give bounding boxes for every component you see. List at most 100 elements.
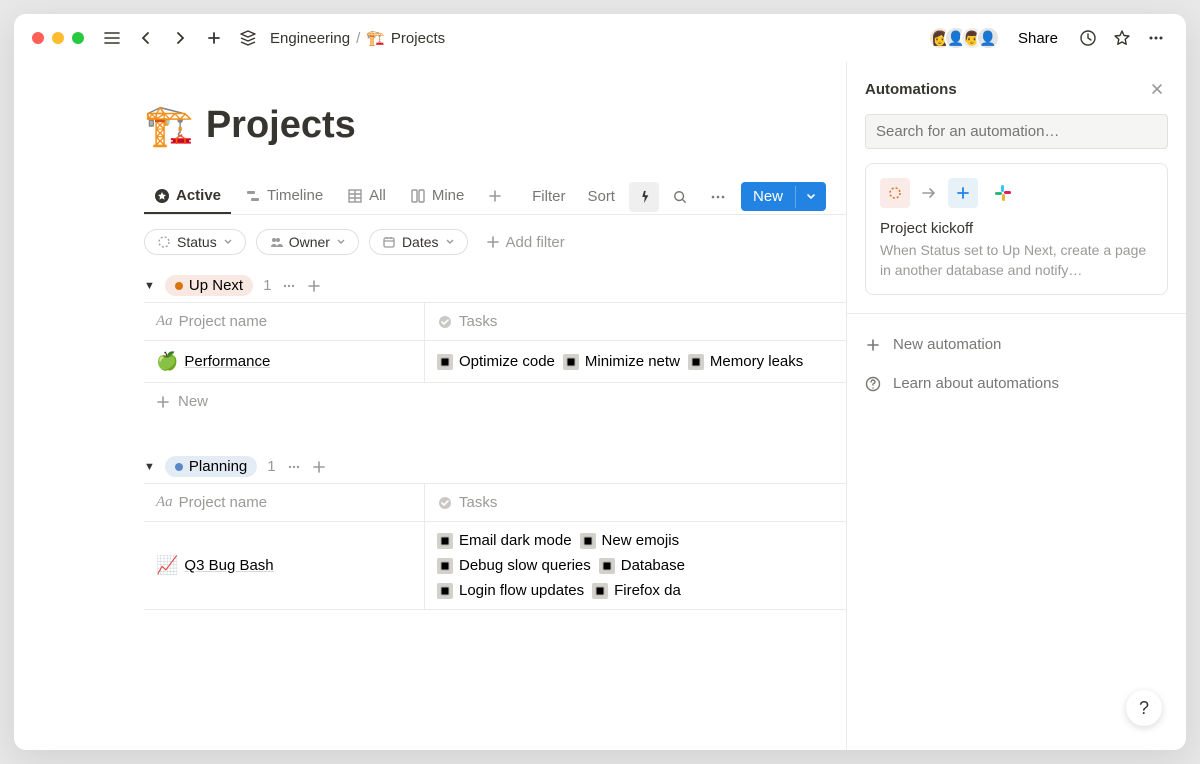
close-icon[interactable] xyxy=(1146,78,1168,100)
tab-mine[interactable]: Mine xyxy=(400,179,475,214)
learn-automations-link[interactable]: Learn about automations xyxy=(865,371,1168,396)
search-icon[interactable] xyxy=(665,182,695,212)
new-button: New xyxy=(741,182,826,211)
task-chip[interactable]: Firefox da xyxy=(592,582,681,599)
new-page-icon[interactable] xyxy=(202,26,226,50)
help-button[interactable]: ? xyxy=(1126,690,1162,726)
new-button-label[interactable]: New xyxy=(741,182,795,211)
task-chip[interactable]: Database xyxy=(599,557,685,574)
task-chip[interactable]: Memory leaks xyxy=(688,353,803,370)
project-name[interactable]: Q3 Bug Bash xyxy=(184,557,273,574)
task-chip[interactable]: Debug slow queries xyxy=(437,557,591,574)
tab-timeline[interactable]: Timeline xyxy=(235,179,333,214)
search-input[interactable] xyxy=(876,123,1157,140)
new-button-dropdown[interactable] xyxy=(795,186,826,208)
project-name[interactable]: Performance xyxy=(184,353,270,370)
group-name-label: Planning xyxy=(189,458,247,475)
learn-automations-label: Learn about automations xyxy=(893,375,1059,392)
automation-card[interactable]: Project kickoff When Status set to Up Ne… xyxy=(865,163,1168,295)
new-row-button[interactable]: New xyxy=(144,383,846,420)
page-icon xyxy=(437,354,453,370)
group-count: 1 xyxy=(263,277,271,294)
tab-label: All xyxy=(369,187,386,204)
share-button[interactable]: Share xyxy=(1010,26,1066,51)
more-options-icon[interactable] xyxy=(701,182,735,212)
group-add-icon[interactable] xyxy=(312,460,326,474)
add-filter-button[interactable]: Add filter xyxy=(478,230,573,255)
view-tabs-row: Active Timeline All xyxy=(144,179,846,215)
group-more-icon[interactable] xyxy=(286,459,302,475)
filter-owner[interactable]: Owner xyxy=(256,229,359,255)
page-icon xyxy=(688,354,704,370)
automations-icon[interactable] xyxy=(629,182,659,212)
back-icon[interactable] xyxy=(134,26,158,50)
column-header-tasks[interactable]: Tasks xyxy=(424,484,846,521)
collaborator-avatars[interactable]: 👩 👤 👨 👤 xyxy=(936,26,1000,50)
task-chip[interactable]: Optimize code xyxy=(437,353,555,370)
avatar: 👤 xyxy=(976,26,1000,50)
main: 🏗️ Projects Active Ti xyxy=(14,62,846,750)
page-icon xyxy=(592,583,608,599)
tab-all[interactable]: All xyxy=(337,179,396,214)
close-window[interactable] xyxy=(32,32,44,44)
group: ▼ Planning 1 Aa Project name Tasks 📈 Q3 … xyxy=(144,450,846,610)
group-name-pill[interactable]: Up Next xyxy=(165,275,253,296)
status-dot xyxy=(175,463,183,471)
minimize-window[interactable] xyxy=(52,32,64,44)
page-icon xyxy=(563,354,579,370)
group-more-icon[interactable] xyxy=(281,278,297,294)
collapse-toggle[interactable]: ▼ xyxy=(144,461,155,473)
task-chip[interactable]: Minimize netw xyxy=(563,353,680,370)
table-row[interactable]: 📈 Q3 Bug Bash Email dark mode New emojis xyxy=(144,522,846,610)
group-name-label: Up Next xyxy=(189,277,243,294)
task-chip[interactable]: Email dark mode xyxy=(437,532,572,549)
column-header-tasks[interactable]: Tasks xyxy=(424,303,846,340)
new-automation-button[interactable]: New automation xyxy=(865,332,1168,357)
page-icon[interactable]: 🏗️ xyxy=(144,102,194,149)
page-icon xyxy=(437,558,453,574)
add-view-button[interactable] xyxy=(478,179,512,214)
cell-name[interactable]: 🍏 Performance xyxy=(144,341,424,382)
sort-button[interactable]: Sort xyxy=(579,182,623,211)
task-label: Minimize netw xyxy=(585,353,680,370)
page-title-text[interactable]: Projects xyxy=(206,104,356,147)
hamburger-menu-icon[interactable] xyxy=(100,26,124,50)
group-add-icon[interactable] xyxy=(307,279,321,293)
card-icons xyxy=(880,178,1153,208)
filter-button[interactable]: Filter xyxy=(524,182,573,211)
layers-icon[interactable] xyxy=(236,26,260,50)
task-chip[interactable]: New emojis xyxy=(580,532,680,549)
star-icon[interactable] xyxy=(1110,26,1134,50)
maximize-window[interactable] xyxy=(72,32,84,44)
collapse-toggle[interactable]: ▼ xyxy=(144,280,155,292)
column-header-name[interactable]: Aa Project name xyxy=(144,303,424,340)
task-label: Optimize code xyxy=(459,353,555,370)
breadcrumb-page[interactable]: Projects xyxy=(391,30,445,47)
tab-active[interactable]: Active xyxy=(144,179,231,214)
add-filter-label: Add filter xyxy=(506,234,565,251)
breadcrumb: Engineering / 🏗️ Projects xyxy=(270,29,445,47)
breadcrumb-separator: / xyxy=(356,30,360,47)
chevron-down-icon xyxy=(336,237,346,247)
group-name-pill[interactable]: Planning xyxy=(165,456,257,477)
clock-icon[interactable] xyxy=(1076,26,1100,50)
group-header: ▼ Planning 1 xyxy=(144,450,846,483)
forward-icon[interactable] xyxy=(168,26,192,50)
task-chip[interactable]: Login flow updates xyxy=(437,582,584,599)
cell-name[interactable]: 📈 Q3 Bug Bash xyxy=(144,522,424,609)
page-icon xyxy=(580,533,596,549)
breadcrumb-parent[interactable]: Engineering xyxy=(270,30,350,47)
divider xyxy=(847,313,1186,314)
automations-panel: Automations xyxy=(846,62,1186,750)
timeline-icon xyxy=(245,188,261,204)
table: Aa Project name Tasks 🍏 Performance Opti… xyxy=(144,302,846,420)
filter-dates[interactable]: Dates xyxy=(369,229,468,255)
more-icon[interactable] xyxy=(1144,26,1168,50)
automation-search[interactable] xyxy=(865,114,1168,149)
task-label: Firefox da xyxy=(614,582,681,599)
column-header-name[interactable]: Aa Project name xyxy=(144,484,424,521)
filter-bar: Status Owner Dates Add filter xyxy=(144,215,846,269)
filter-status[interactable]: Status xyxy=(144,229,246,255)
group-count: 1 xyxy=(267,458,275,475)
table-row[interactable]: 🍏 Performance Optimize code Minimize net… xyxy=(144,341,846,383)
